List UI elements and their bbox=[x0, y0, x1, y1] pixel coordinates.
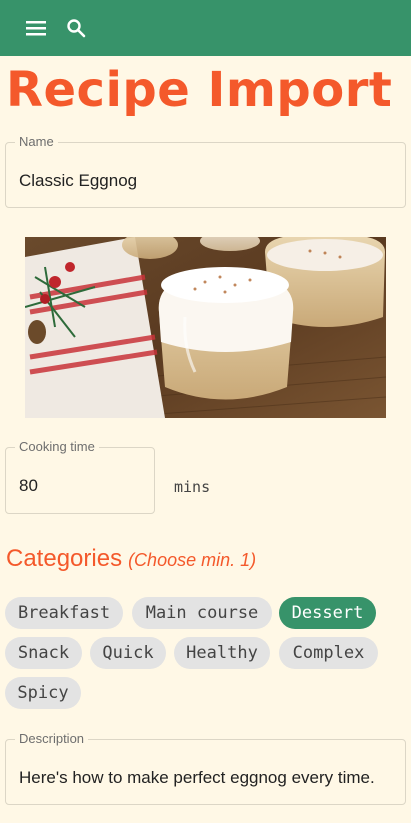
description-field[interactable]: Description Here's how to make perfect e… bbox=[5, 732, 406, 805]
category-chip-main-course[interactable]: Main course bbox=[132, 597, 272, 629]
category-chip-breakfast[interactable]: Breakfast bbox=[5, 597, 123, 629]
name-field-label: Name bbox=[15, 135, 58, 149]
category-chip-complex[interactable]: Complex bbox=[279, 637, 378, 669]
menu-icon[interactable] bbox=[20, 12, 52, 44]
category-chip-spicy[interactable]: Spicy bbox=[5, 677, 81, 709]
categories-hint: (Choose min. 1) bbox=[128, 550, 257, 570]
categories-heading: Categories (Choose min. 1) bbox=[6, 545, 256, 573]
recipe-image bbox=[25, 237, 386, 418]
cooking-time-label: Cooking time bbox=[15, 440, 99, 454]
cooking-time-unit: mins bbox=[174, 478, 211, 496]
name-field[interactable]: Name Classic Eggnog bbox=[5, 135, 406, 208]
name-field-value[interactable]: Classic Eggnog bbox=[19, 171, 137, 191]
description-label: Description bbox=[15, 732, 89, 746]
categories-title: Categories bbox=[6, 545, 123, 572]
category-chip-snack[interactable]: Snack bbox=[5, 637, 82, 669]
cooking-time-field[interactable]: Cooking time 80 bbox=[5, 440, 155, 514]
top-app-bar bbox=[0, 0, 411, 56]
search-icon[interactable] bbox=[60, 12, 92, 44]
description-value[interactable]: Here's how to make perfect eggnog every … bbox=[19, 768, 375, 788]
category-chip-quick[interactable]: Quick bbox=[90, 637, 166, 669]
cooking-time-value[interactable]: 80 bbox=[19, 476, 38, 496]
category-chip-dessert[interactable]: Dessert bbox=[279, 597, 376, 629]
page-title: Recipe Import bbox=[6, 62, 393, 118]
category-chip-healthy[interactable]: Healthy bbox=[174, 637, 270, 669]
